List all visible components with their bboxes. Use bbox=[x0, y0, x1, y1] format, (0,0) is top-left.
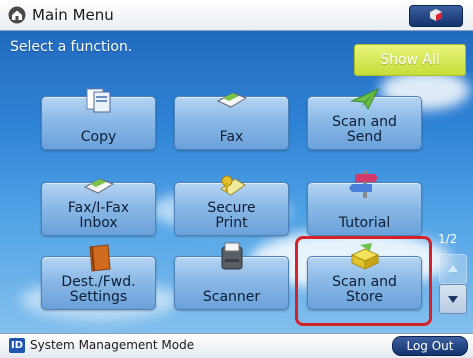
secure-print-icon bbox=[220, 175, 246, 196]
page-title: Main Menu bbox=[32, 6, 114, 24]
fax-label: Fax bbox=[219, 129, 244, 145]
dest-fwd-settings-button[interactable]: Dest./Fwd. Settings bbox=[41, 244, 156, 310]
fax-inbox-icon bbox=[83, 178, 115, 194]
scanner-label: Scanner bbox=[202, 289, 261, 305]
dest-fwd-settings-label: Dest./Fwd. Settings bbox=[61, 274, 136, 305]
scan-and-store-highlight bbox=[295, 236, 432, 326]
scanner-button[interactable]: Scanner bbox=[174, 242, 289, 310]
copy-label: Copy bbox=[80, 129, 117, 145]
id-badge-icon: ID bbox=[9, 338, 25, 353]
fax-ifax-inbox-button[interactable]: Fax/I-Fax Inbox bbox=[41, 178, 156, 236]
show-all-button[interactable]: Show All bbox=[354, 44, 466, 76]
scroll-up-button[interactable] bbox=[439, 254, 467, 284]
scroll-down-button[interactable] bbox=[439, 284, 467, 314]
tutorial-button[interactable]: Tutorial bbox=[307, 171, 422, 236]
logout-button[interactable]: Log Out bbox=[392, 336, 468, 356]
copy-icon bbox=[86, 88, 111, 113]
instruction-text: Select a function. bbox=[10, 39, 133, 55]
secure-print-button[interactable]: Secure Print bbox=[174, 175, 289, 236]
page-indicator: 1/2 bbox=[438, 232, 458, 246]
tutorial-label: Tutorial bbox=[338, 215, 391, 231]
scanner-icon bbox=[221, 242, 243, 270]
status-cube-icon bbox=[430, 9, 442, 21]
fax-inbox-label: Fax/I-Fax Inbox bbox=[67, 200, 130, 231]
copy-button[interactable]: Copy bbox=[41, 88, 156, 150]
title-bar: Main Menu bbox=[0, 0, 473, 31]
status-monitor-button[interactable] bbox=[409, 5, 463, 27]
system-mode-label: System Management Mode bbox=[30, 338, 195, 352]
fax-button[interactable]: Fax bbox=[174, 92, 289, 150]
tutorial-icon bbox=[349, 171, 378, 198]
triangle-down-icon bbox=[448, 296, 458, 303]
scan-and-send-button[interactable]: Scan and Send bbox=[307, 87, 422, 150]
home-menu-icon bbox=[8, 6, 26, 24]
fax-icon bbox=[216, 92, 248, 108]
secure-print-label: Secure Print bbox=[207, 200, 256, 231]
scan-send-icon bbox=[350, 87, 380, 111]
triangle-up-icon bbox=[448, 265, 458, 272]
address-book-icon bbox=[89, 244, 111, 272]
scan-and-send-label: Scan and Send bbox=[332, 114, 397, 145]
